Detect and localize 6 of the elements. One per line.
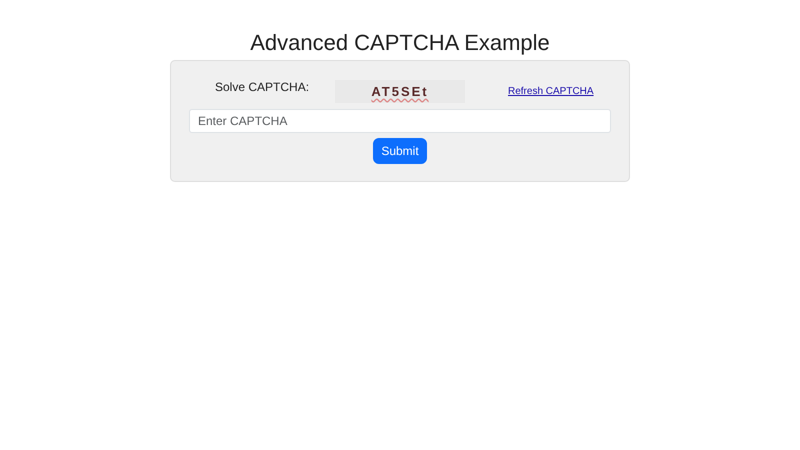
captcha-input-field[interactable]: Enter CAPTCHA [189,109,611,134]
captcha-label: Solve CAPTCHA: [215,79,310,96]
submit-button[interactable]: Submit [373,138,427,164]
page-title: Advanced CAPTCHA Example [249,30,551,56]
captcha-image: AT5SEt [335,80,465,103]
refresh-captcha-link[interactable]: Refresh CAPTCHA [508,84,594,99]
